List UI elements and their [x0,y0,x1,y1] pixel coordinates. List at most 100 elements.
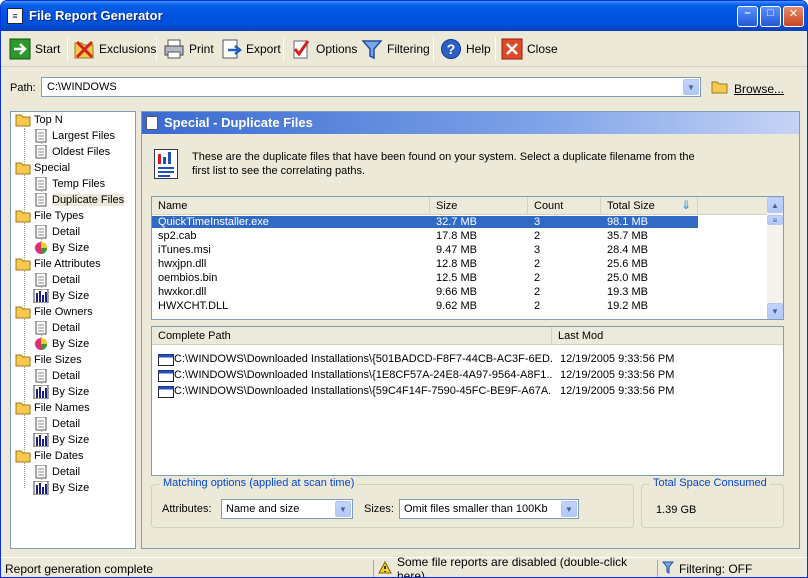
print-button[interactable]: Print [163,35,214,63]
table-row[interactable]: HWXCHT.DLL 9.62 MB 2 19.2 MB [152,300,783,314]
column-last-mod[interactable]: Last Mod [552,327,712,345]
tree-item-special[interactable]: Special [15,160,70,176]
duplicate-paths-list[interactable]: Complete Path Last Mod C:\WINDOWS\Downlo… [151,326,784,476]
tree-item-oldest-files[interactable]: Oldest Files [33,144,110,160]
tree-item-file-attributes-detail[interactable]: Detail [33,272,80,288]
tree-item-file-types-by-size[interactable]: By Size [33,240,89,256]
column-complete-path[interactable]: Complete Path [152,327,552,345]
tree-item-file-sizes[interactable]: File Sizes [15,352,82,368]
tree-item-temp-files[interactable]: Temp Files [33,176,105,192]
document-icon [33,272,49,287]
status-message: Report generation complete [5,562,154,576]
tree-item-file-attributes[interactable]: File Attributes [15,256,101,272]
table-row[interactable]: sp2.cab 17.8 MB 2 35.7 MB [152,230,783,244]
sizes-select[interactable]: Omit files smaller than 100Kb ▼ [399,499,579,519]
tree-item-file-sizes-by-size[interactable]: By Size [33,384,89,400]
minimize-button[interactable]: – [737,6,758,27]
tree-item-file-dates-by-size[interactable]: By Size [33,480,89,496]
cell-count: 2 [534,258,541,270]
tree-item-file-types[interactable]: File Types [15,208,84,224]
tree-item-file-sizes-detail[interactable]: Detail [33,368,80,384]
bar-chart-icon [33,384,49,400]
filtering-button[interactable]: Filtering [361,35,430,63]
export-button[interactable]: Export [220,35,281,63]
tree-item-file-names-detail[interactable]: Detail [33,416,80,432]
folder-icon [15,161,31,175]
exclusions-button[interactable]: Exclusions [73,35,156,63]
table-row[interactable]: hwxkor.dll 9.66 MB 2 19.3 MB [152,286,783,300]
report-tree: Top N Largest Files Oldest Files Special… [10,111,136,549]
folder-icon [15,449,31,463]
close-button[interactable]: Close [501,35,558,63]
help-label: Help [466,42,491,56]
table-row[interactable]: iTunes.msi 9.47 MB 3 28.4 MB [152,244,783,258]
pie-chart-icon [33,337,49,351]
duplicate-files-list[interactable]: Name Size Count Total Size ⇓ ▲ ≡ ▼ QuickT… [151,196,784,320]
status-bar: Report generation complete Some file rep… [1,555,807,577]
print-label: Print [189,42,214,56]
cell-name: hwxjpn.dll [158,258,207,270]
status-disabled-reports[interactable]: Some file reports are disabled (double-c… [373,555,657,577]
tree-item-file-owners-detail[interactable]: Detail [33,320,80,336]
column-total-size[interactable]: Total Size ⇓ [601,197,698,215]
scroll-up-button[interactable]: ▲ [767,197,783,213]
document-icon [33,192,49,207]
tree-item-file-owners[interactable]: File Owners [15,304,93,320]
browse-button[interactable]: Browse... [711,80,784,97]
maximize-button[interactable]: □ [760,6,781,27]
cell-count: 3 [534,244,541,256]
close-window-button[interactable]: ✕ [783,6,804,27]
tree-item-top-n[interactable]: Top N [15,112,63,128]
document-icon [146,116,158,130]
cell-name: QuickTimeInstaller.exe [152,216,430,228]
column-size[interactable]: Size [430,197,528,215]
table-row[interactable]: C:\WINDOWS\Downloaded Installations\{1E8… [152,369,783,383]
attributes-select[interactable]: Name and size ▼ [221,499,353,519]
help-button[interactable]: ? Help [440,35,491,63]
export-label: Export [246,42,281,56]
start-button[interactable]: Start [9,35,60,63]
tree-item-file-names[interactable]: File Names [15,400,90,416]
tree-item-duplicate-files[interactable]: Duplicate Files [33,192,125,208]
column-name[interactable]: Name [152,197,430,215]
cell-last-mod: 12/19/2005 9:33:56 PM [560,353,675,365]
tree-item-file-attributes-by-size[interactable]: By Size [33,288,89,304]
folder-icon [15,113,31,127]
cell-total: 98.1 MB [601,216,698,228]
tree-item-file-owners-by-size[interactable]: By Size [33,336,89,352]
cell-size: 12.8 MB [436,258,477,270]
table-row[interactable]: hwxjpn.dll 12.8 MB 2 25.6 MB [152,258,783,272]
cell-total: 25.6 MB [607,258,648,270]
tree-item-file-dates[interactable]: File Dates [15,448,84,464]
path-combobox[interactable]: C:\WINDOWS ▼ [41,77,701,97]
document-icon [33,176,49,191]
chevron-down-icon[interactable]: ▼ [335,501,351,517]
cell-name: oembios.bin [158,272,218,284]
tree-item-largest-files[interactable]: Largest Files [33,128,115,144]
chevron-down-icon[interactable]: ▼ [683,79,699,95]
pie-chart-icon [33,241,49,255]
path-value: C:\WINDOWS [47,81,117,93]
report-chart-icon [154,149,178,179]
export-icon [220,38,242,60]
options-button[interactable]: Options [290,35,357,63]
table-row[interactable]: C:\WINDOWS\Downloaded Installations\{59C… [152,385,783,399]
table-row[interactable]: QuickTimeInstaller.exe 32.7 MB 3 98.1 MB [152,216,783,230]
document-icon [33,416,49,431]
exclusions-label: Exclusions [99,42,157,56]
status-filtering[interactable]: Filtering: OFF [657,560,807,577]
printer-icon [163,38,185,60]
cell-name: iTunes.msi [158,244,211,256]
checkmark-icon [290,38,312,60]
document-icon [33,224,49,239]
column-count[interactable]: Count [528,197,601,215]
title-bar[interactable]: ≡ File Report Generator – □ ✕ [1,1,807,31]
tree-item-file-dates-detail[interactable]: Detail [33,464,80,480]
table-row[interactable]: C:\WINDOWS\Downloaded Installations\{501… [152,353,783,367]
tree-item-file-names-by-size[interactable]: By Size [33,432,89,448]
path-row: Path: C:\WINDOWS ▼ Browse... [1,73,807,103]
tree-item-file-types-detail[interactable]: Detail [33,224,80,240]
table-row[interactable]: oembios.bin 12.5 MB 2 25.0 MB [152,272,783,286]
chevron-down-icon[interactable]: ▼ [561,501,577,517]
cell-path: C:\WINDOWS\Downloaded Installations\{501… [174,353,552,365]
